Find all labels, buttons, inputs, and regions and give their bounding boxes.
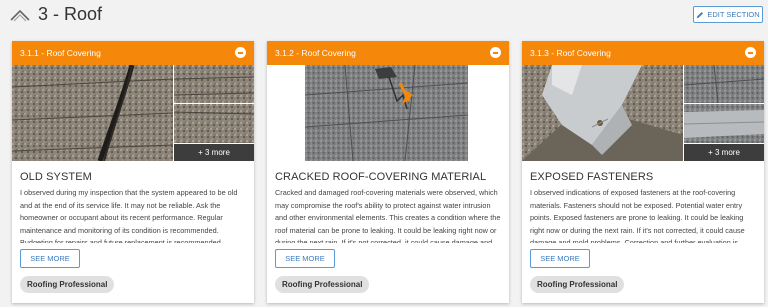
- edit-section-label: EDIT SECTION: [707, 10, 760, 19]
- more-photos-button[interactable]: + 3 more: [684, 144, 764, 161]
- see-more-button[interactable]: SEE MORE: [530, 249, 590, 268]
- edit-section-button[interactable]: EDIT SECTION: [693, 6, 763, 23]
- chevron-up-icon[interactable]: [10, 8, 30, 22]
- card-reference: 3.1.1 - Roof Covering: [20, 48, 101, 58]
- recommendation-badge: Roofing Professional: [20, 276, 115, 293]
- photo-gallery: + 3 more: [12, 65, 254, 161]
- roof-photo-thumb[interactable]: [684, 104, 764, 143]
- comment-title: CRACKED ROOF-COVERING MATERIAL: [275, 171, 487, 183]
- roof-photo-main[interactable]: [522, 65, 683, 161]
- roof-photo-main[interactable]: [305, 65, 468, 161]
- pencil-icon: [697, 11, 704, 18]
- photo-gallery: [267, 65, 509, 161]
- comment-text: Cracked and damaged roof-covering materi…: [275, 188, 501, 243]
- roof-photo-thumb[interactable]: [174, 104, 254, 143]
- comment-title: EXPOSED FASTENERS: [530, 171, 654, 183]
- collapse-icon[interactable]: [235, 47, 246, 58]
- recommendation-badge: Roofing Professional: [275, 276, 370, 293]
- more-photos-button[interactable]: + 3 more: [174, 144, 254, 161]
- roof-photo-thumb[interactable]: [684, 65, 764, 103]
- card-reference: 3.1.3 - Roof Covering: [530, 48, 611, 58]
- recommendation-badge: Roofing Professional: [530, 276, 625, 293]
- comment-title: OLD SYSTEM: [20, 171, 92, 183]
- card-header: 3.1.2 - Roof Covering: [267, 41, 509, 65]
- comment-card-old-system: 3.1.1 - Roof Covering + 3 more OLD SYSTE…: [12, 41, 254, 303]
- collapse-icon[interactable]: [745, 47, 756, 58]
- photo-gallery: + 3 more: [522, 65, 764, 161]
- roof-photo-main[interactable]: [12, 65, 173, 161]
- comment-card-cracked-material: 3.1.2 - Roof Covering CRACKED ROOF-COVER…: [267, 41, 509, 303]
- collapse-icon[interactable]: [490, 47, 501, 58]
- see-more-button[interactable]: SEE MORE: [275, 249, 335, 268]
- comment-text: I observed during my inspection that the…: [20, 188, 238, 243]
- roof-photo-thumb[interactable]: [174, 65, 254, 103]
- card-reference: 3.1.2 - Roof Covering: [275, 48, 356, 58]
- card-header: 3.1.1 - Roof Covering: [12, 41, 254, 65]
- section-header: 3 - Roof EDIT SECTION: [0, 0, 768, 34]
- comment-text: I observed indications of exposed fasten…: [530, 188, 745, 243]
- card-header: 3.1.3 - Roof Covering: [522, 41, 764, 65]
- section-title: 3 - Roof: [38, 4, 103, 24]
- see-more-button[interactable]: SEE MORE: [20, 249, 80, 268]
- comment-card-exposed-fasteners: 3.1.3 - Roof Covering + 3 more EXPOSED F…: [522, 41, 764, 303]
